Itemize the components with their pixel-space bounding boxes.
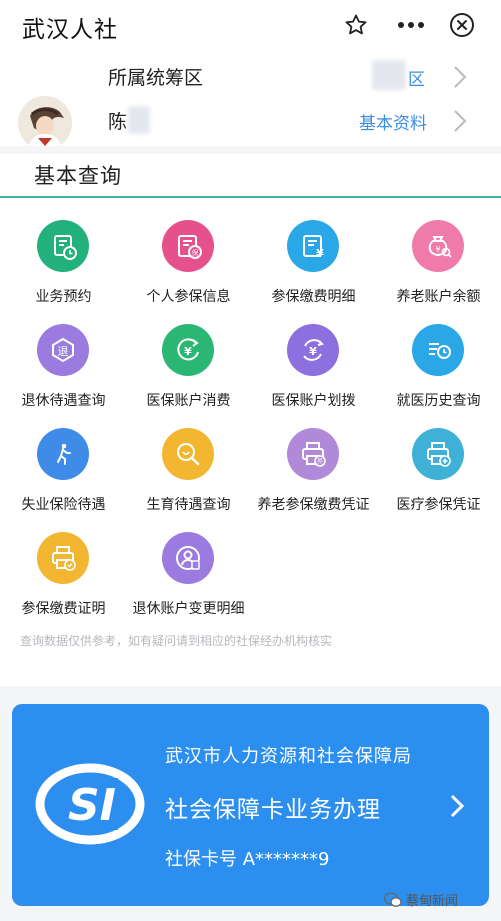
disclaimer-note: 查询数据仅供参考，如有疑问请到相应的社保经办机构核实 bbox=[20, 634, 333, 648]
redacted-region bbox=[372, 60, 406, 90]
svg-text:保: 保 bbox=[192, 248, 199, 257]
walking-person-icon bbox=[37, 428, 89, 480]
service-item[interactable]: 就医历史查询 bbox=[376, 312, 501, 412]
service-item[interactable]: 养养老参保缴费凭证 bbox=[251, 416, 376, 516]
section-title: 基本查询 bbox=[34, 164, 122, 188]
service-item[interactable]: ¥ 养老账户余额 bbox=[376, 208, 501, 308]
basic-info-link[interactable]: 基本资料 bbox=[359, 109, 427, 134]
yuan-cycle-icon: ¥ bbox=[287, 324, 339, 376]
service-label: 医保账户划拨 bbox=[271, 393, 356, 409]
service-label: 医疗参保凭证 bbox=[396, 497, 481, 513]
insurance-doc-icon: 保 bbox=[162, 220, 214, 272]
yuan-arrow-icon: ¥ bbox=[162, 324, 214, 376]
service-label: 失业保险待遇 bbox=[21, 497, 106, 513]
service-item[interactable]: 退休账户变更明细 bbox=[126, 520, 251, 620]
service-item[interactable]: 生育待遇查询 bbox=[126, 416, 251, 516]
section-underline bbox=[0, 196, 501, 198]
service-item[interactable]: 医疗参保凭证 bbox=[376, 416, 501, 516]
baby-search-icon bbox=[162, 428, 214, 480]
history-list-icon bbox=[412, 324, 464, 376]
service-label: 医保账户消费 bbox=[146, 393, 231, 409]
redacted-name bbox=[128, 106, 150, 134]
retire-badge-icon: 退 bbox=[37, 324, 89, 376]
service-item[interactable]: 失业保险待遇 bbox=[1, 416, 126, 516]
service-label: 生育待遇查询 bbox=[146, 497, 231, 513]
printer-medical-icon bbox=[412, 428, 464, 480]
svg-text:退: 退 bbox=[58, 345, 69, 358]
watermark: 蔡甸新闻 bbox=[384, 890, 458, 909]
service-item[interactable]: 退退休待遇查询 bbox=[1, 312, 126, 412]
service-label: 参保缴费明细 bbox=[271, 289, 356, 305]
service-label: 业务预约 bbox=[35, 289, 92, 305]
region-value: 区 bbox=[408, 70, 425, 90]
chevron-right-icon bbox=[450, 794, 465, 818]
printer-pension-icon: 养 bbox=[287, 428, 339, 480]
chevron-right-icon bbox=[454, 66, 467, 88]
star-icon[interactable] bbox=[341, 10, 371, 40]
svg-text:¥: ¥ bbox=[435, 245, 440, 254]
service-item[interactable]: 业务预约 bbox=[1, 208, 126, 308]
profile-section: 所属统筹区 区 陈 基本资料 bbox=[0, 52, 501, 150]
printer-proof-icon bbox=[37, 532, 89, 584]
wechat-icon bbox=[384, 891, 402, 907]
name-row[interactable]: 陈 基本资料 bbox=[0, 98, 501, 142]
service-label: 参保缴费证明 bbox=[21, 601, 106, 617]
svg-text:¥: ¥ bbox=[184, 345, 192, 358]
person-doc-icon bbox=[162, 532, 214, 584]
watermark-text: 蔡甸新闻 bbox=[406, 894, 459, 909]
service-label: 退休账户变更明细 bbox=[132, 601, 245, 617]
service-item[interactable]: 参保缴费证明 bbox=[1, 520, 126, 620]
money-bag-icon: ¥ bbox=[412, 220, 464, 272]
card-service-title: 社会保障卡业务办理 bbox=[165, 797, 381, 823]
service-item[interactable]: ¥ 参保缴费明细 bbox=[251, 208, 376, 308]
service-label: 养老参保缴费凭证 bbox=[257, 497, 370, 513]
yuan-doc-icon: ¥ bbox=[287, 220, 339, 272]
chevron-right-icon bbox=[454, 110, 467, 132]
close-icon[interactable] bbox=[447, 10, 477, 40]
service-item[interactable]: 保个人参保信息 bbox=[126, 208, 251, 308]
card-org-name: 武汉市人力资源和社会保障局 bbox=[165, 746, 412, 767]
user-name: 陈 bbox=[108, 111, 128, 133]
service-label: 个人参保信息 bbox=[146, 289, 231, 305]
card-number: 社保卡号 A*******9 bbox=[165, 849, 330, 870]
service-label: 养老账户余额 bbox=[396, 289, 481, 305]
service-label: 就医历史查询 bbox=[396, 393, 481, 409]
svg-text:养: 养 bbox=[317, 458, 323, 466]
social-security-card-banner[interactable]: SI 武汉市人力资源和社会保障局 社会保障卡业务办理 社保卡号 A*******… bbox=[12, 704, 489, 906]
svg-text:¥: ¥ bbox=[309, 345, 317, 358]
service-item[interactable]: ¥ 医保账户划拨 bbox=[251, 312, 376, 412]
section-divider bbox=[0, 146, 501, 154]
app-title: 武汉人社 bbox=[22, 17, 118, 43]
more-icon[interactable] bbox=[396, 10, 426, 40]
region-label: 所属统筹区 bbox=[108, 67, 204, 89]
si-logo-text: SI bbox=[68, 780, 116, 831]
region-row[interactable]: 所属统筹区 区 bbox=[0, 54, 501, 98]
title-bar: 武汉人社 bbox=[0, 0, 501, 52]
service-item[interactable]: ¥ 医保账户消费 bbox=[126, 312, 251, 412]
calendar-clock-icon bbox=[37, 220, 89, 272]
si-logo-icon: SI bbox=[35, 763, 145, 845]
service-label: 退休待遇查询 bbox=[21, 393, 106, 409]
svg-text:¥: ¥ bbox=[316, 247, 324, 260]
